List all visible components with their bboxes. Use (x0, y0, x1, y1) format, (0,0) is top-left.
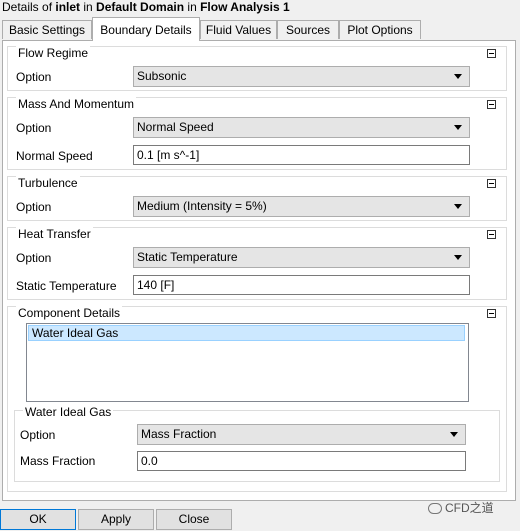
collapse-icon[interactable] (487, 49, 496, 58)
mass-momentum-option-label: Option (16, 121, 52, 135)
watermark: CFD之道 (428, 500, 494, 516)
mass-fraction-field[interactable]: 0.0 (137, 451, 466, 471)
title-analysis: Flow Analysis 1 (200, 0, 290, 14)
turbulence-option-label: Option (16, 200, 52, 214)
title-domain: Default Domain (96, 0, 185, 14)
mass-momentum-option-select[interactable]: Normal Speed (133, 117, 470, 138)
collapse-icon[interactable] (487, 179, 496, 188)
tab-basic-settings[interactable]: Basic Settings (2, 20, 92, 39)
collapse-icon[interactable] (487, 230, 496, 239)
static-temperature-field[interactable]: 140 [F] (133, 275, 470, 295)
tab-fluid-values[interactable]: Fluid Values (200, 20, 277, 39)
component-option-label: Option (20, 428, 56, 442)
tab-plot-options[interactable]: Plot Options (339, 20, 421, 39)
watermark-text: CFD之道 (445, 501, 494, 515)
normal-speed-field[interactable]: 0.1 [m s^-1] (133, 145, 470, 165)
heat-transfer-option-label: Option (16, 251, 52, 265)
collapse-icon[interactable] (487, 100, 496, 109)
component-option-select[interactable]: Mass Fraction (137, 424, 466, 445)
mass-momentum-title: Mass And Momentum (16, 97, 137, 112)
flow-regime-title: Flow Regime (16, 46, 91, 61)
flow-regime-option-label: Option (16, 70, 52, 84)
title-prefix: Details of (2, 0, 56, 14)
turbulence-option-select[interactable]: Medium (Intensity = 5%) (133, 196, 470, 217)
heat-transfer-option-value: Static Temperature (137, 250, 238, 264)
component-list[interactable]: Water Ideal Gas (26, 323, 469, 402)
flow-regime-option-select[interactable]: Subsonic (133, 66, 470, 87)
collapse-icon[interactable] (487, 309, 496, 318)
flow-regime-option-value: Subsonic (137, 69, 187, 83)
title-mid-2: in (184, 0, 201, 14)
component-option-value: Mass Fraction (141, 427, 217, 441)
title-object: inlet (55, 0, 81, 14)
chevron-down-icon (454, 204, 462, 209)
title-mid-1: in (80, 0, 97, 14)
chevron-down-icon (450, 432, 458, 437)
water-ideal-gas-group: Water Ideal Gas (14, 405, 500, 482)
normal-speed-label: Normal Speed (16, 149, 93, 163)
list-item[interactable]: Water Ideal Gas (28, 325, 465, 341)
tab-boundary-details[interactable]: Boundary Details (92, 17, 200, 41)
tab-sources[interactable]: Sources (277, 20, 339, 39)
turbulence-option-value: Medium (Intensity = 5%) (137, 199, 267, 213)
apply-button[interactable]: Apply (78, 509, 154, 530)
heat-transfer-option-select[interactable]: Static Temperature (133, 247, 470, 268)
close-button[interactable]: Close (156, 509, 232, 530)
chevron-down-icon (454, 255, 462, 260)
component-details-title: Component Details (16, 306, 123, 321)
turbulence-title: Turbulence (16, 176, 80, 191)
ok-button[interactable]: OK (0, 509, 76, 530)
mass-fraction-label: Mass Fraction (20, 454, 96, 468)
wechat-icon (428, 503, 442, 515)
chevron-down-icon (454, 125, 462, 130)
chevron-down-icon (454, 74, 462, 79)
window-title: Details of inlet in Default Domain in Fl… (2, 0, 290, 16)
static-temperature-label: Static Temperature (16, 279, 117, 293)
water-ideal-gas-title: Water Ideal Gas (23, 405, 114, 420)
mass-momentum-option-value: Normal Speed (137, 120, 214, 134)
heat-transfer-title: Heat Transfer (16, 227, 93, 242)
